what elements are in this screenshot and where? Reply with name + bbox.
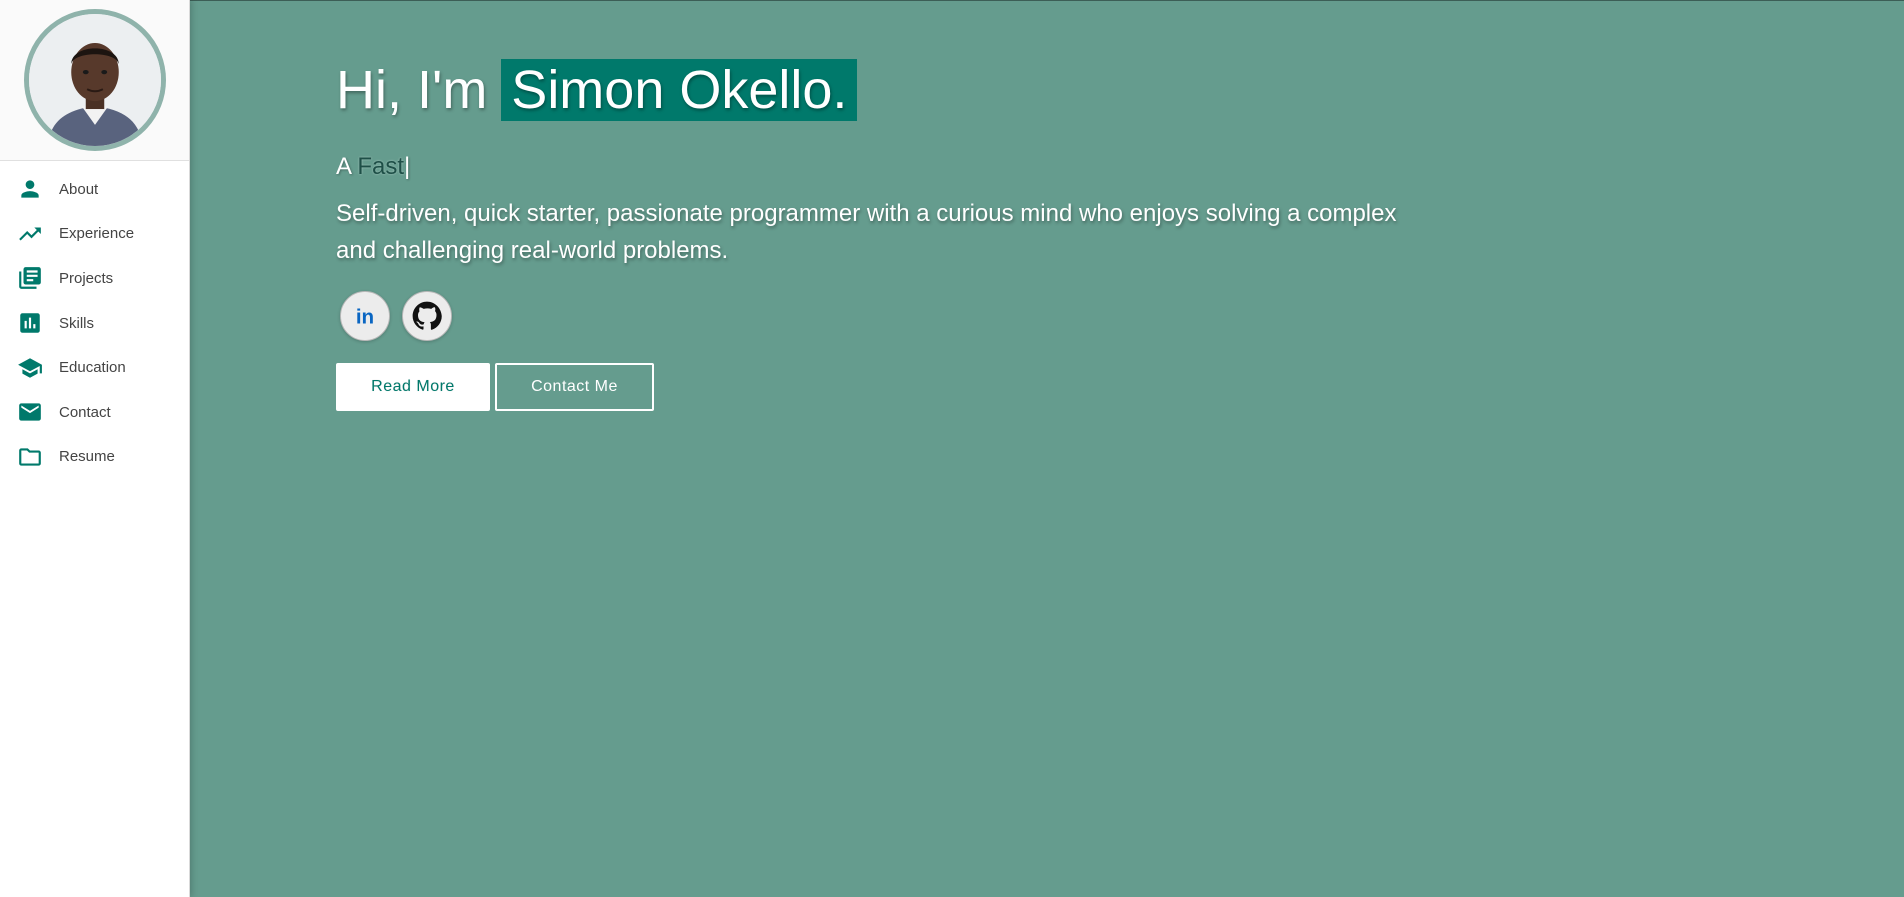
sidebar-item-contact[interactable]: Contact — [0, 390, 189, 435]
avatar-image — [28, 14, 161, 146]
sidebar-item-resume[interactable]: Resume — [0, 435, 189, 480]
sidebar-item-label: About — [59, 180, 99, 198]
sidebar-item-education[interactable]: Education — [0, 345, 189, 390]
github-icon — [412, 301, 442, 330]
social-links: in — [336, 291, 1436, 341]
sidebar-item-about[interactable]: About — [0, 167, 189, 212]
sidebar-item-label: Skills — [59, 314, 95, 332]
linkedin-glyph: in — [356, 306, 374, 329]
avatar-container — [0, 0, 189, 161]
avatar[interactable] — [23, 9, 166, 151]
bar-chart-icon — [17, 310, 43, 336]
sidebar-item-label: Experience — [59, 225, 135, 243]
hero-content: Hi, I'm Simon Okello. A Fast| Self-drive… — [336, 59, 1436, 411]
mail-icon — [17, 399, 43, 425]
typing-cursor: | — [404, 153, 411, 180]
sidebar-item-skills[interactable]: Skills — [0, 301, 189, 346]
library-books-icon — [17, 265, 43, 291]
school-icon — [17, 355, 43, 381]
hero-greeting: Hi, I'm — [336, 60, 488, 120]
typed-prefix: A — [336, 153, 351, 180]
sidebar-item-experience[interactable]: Experience — [0, 212, 189, 257]
sidebar-item-label: Projects — [59, 269, 114, 287]
sidebar-item-projects[interactable]: Projects — [0, 256, 189, 301]
sidebar-item-label: Contact — [59, 403, 111, 421]
sidebar: About Experience Projects Skills Educati… — [0, 0, 190, 897]
person-icon — [17, 176, 43, 202]
sidebar-item-label: Education — [59, 359, 126, 377]
linkedin-link[interactable]: in — [340, 291, 390, 341]
linkedin-icon: in — [356, 306, 374, 329]
sidebar-nav: About Experience Projects Skills Educati… — [0, 161, 189, 479]
typed-text: A Fast| — [336, 153, 1436, 181]
folder-icon — [17, 444, 43, 470]
hero-title: Hi, I'm Simon Okello. — [336, 59, 1436, 121]
github-link[interactable] — [402, 291, 452, 341]
hero-buttons: Read More Contact Me — [336, 363, 1436, 411]
typed-word: Fast — [357, 153, 405, 180]
trending-up-icon — [17, 221, 43, 247]
hero-name: Simon Okello. — [501, 59, 858, 121]
read-more-button[interactable]: Read More — [336, 363, 490, 411]
hero-section: Hi, I'm Simon Okello. A Fast| Self-drive… — [190, 0, 1904, 897]
sidebar-item-label: Resume — [59, 448, 115, 466]
contact-me-button[interactable]: Contact Me — [495, 363, 654, 411]
hero-description: Self-driven, quick starter, passionate p… — [336, 200, 1397, 264]
